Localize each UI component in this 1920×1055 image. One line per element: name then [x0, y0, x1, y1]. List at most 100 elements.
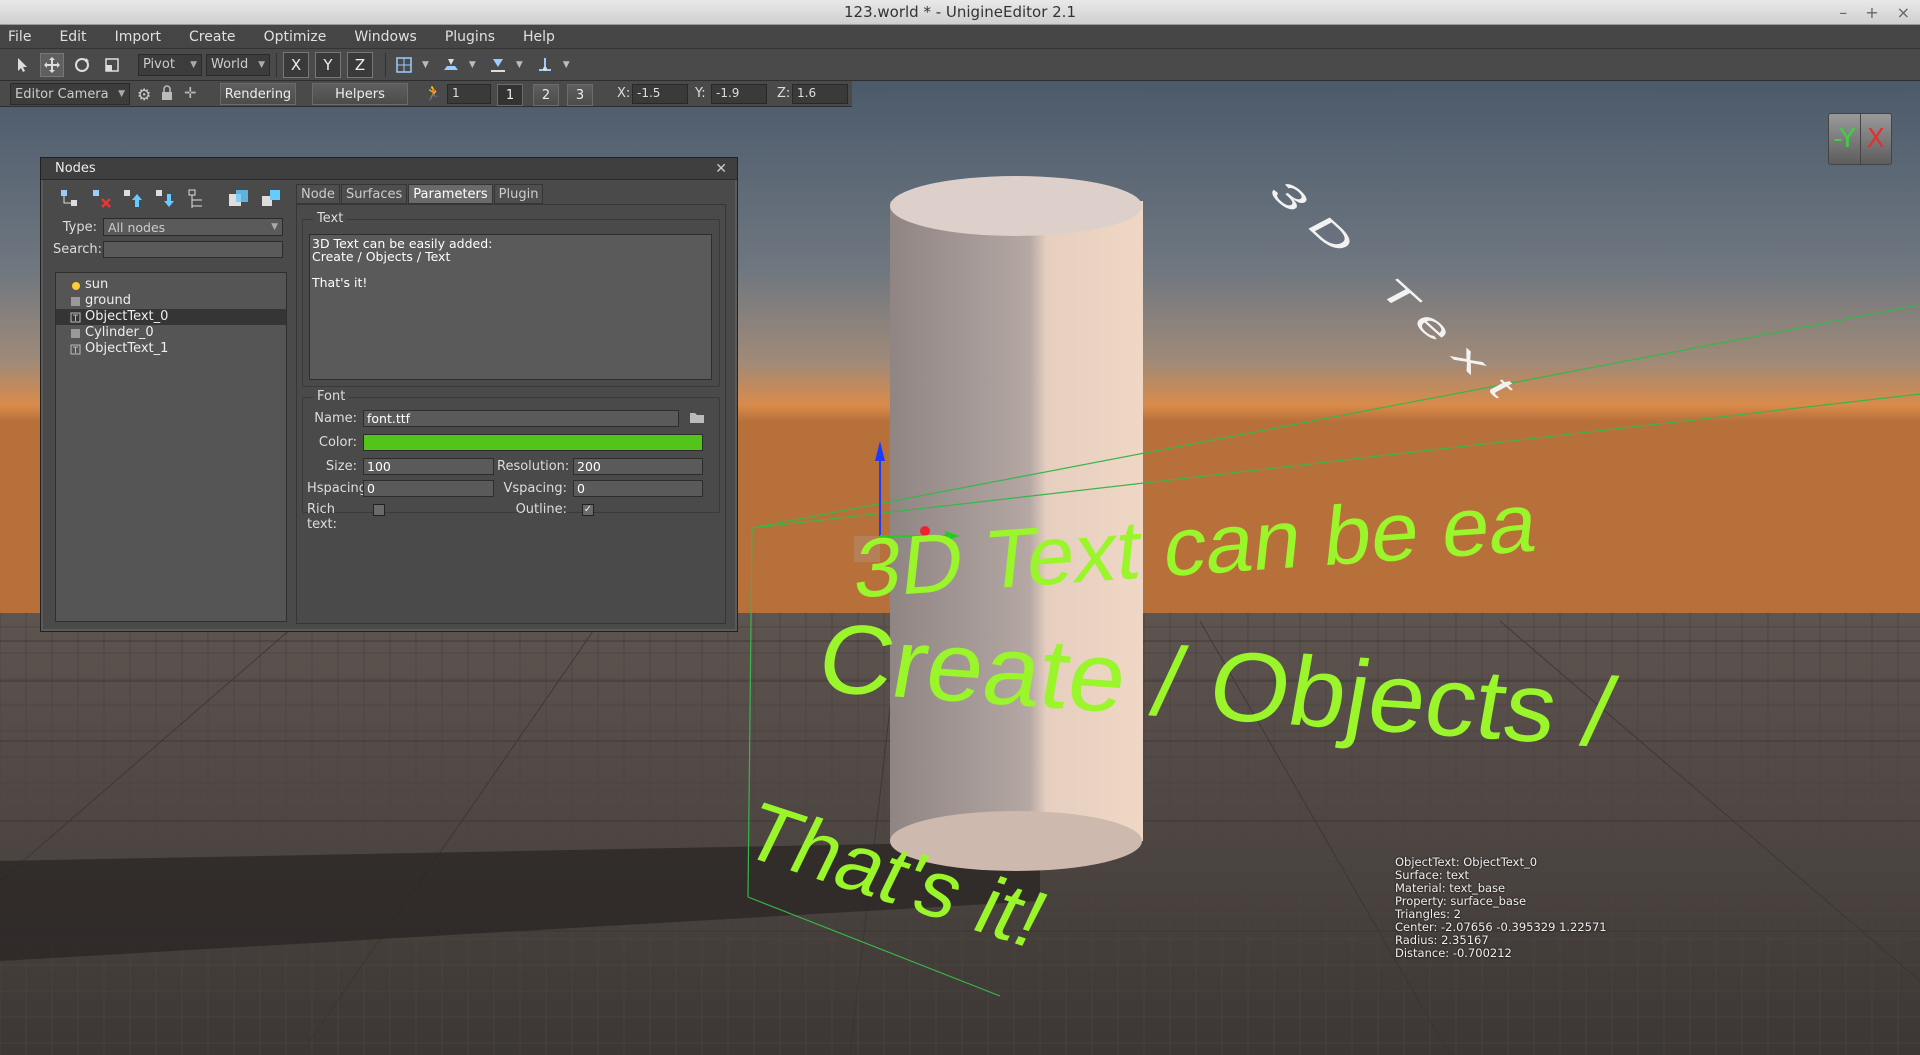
menu-bar: File Edit Import Create Optimize Windows…	[0, 25, 1920, 49]
menu-optimize[interactable]: Optimize	[264, 29, 327, 45]
speed-3-button[interactable]: 3	[567, 84, 593, 106]
menu-create[interactable]: Create	[189, 29, 236, 45]
node-tree[interactable]: sun ground ObjectText_0 Cylinder_0 Objec…	[55, 272, 287, 622]
nodes-panel: Nodes ✕ Type: All nodes ▼ Search: sun gr…	[40, 157, 738, 632]
hspacing-input[interactable]: 0	[363, 480, 494, 497]
main-toolbar: Pivot ▼ World ▼ X Y Z ▼ ▼ ▼ ▼	[0, 49, 1920, 81]
drop-to-ground-icon[interactable]	[486, 53, 510, 77]
menu-windows[interactable]: Windows	[354, 29, 417, 45]
toolbar-divider	[385, 52, 386, 77]
font-color-label: Color:	[318, 435, 357, 450]
select-arrow-icon[interactable]	[10, 53, 34, 77]
vspacing-input[interactable]: 0	[573, 480, 703, 497]
node-properties: Node Surfaces Parameters Plugin Text 3D …	[296, 184, 726, 624]
lock-icon[interactable]	[160, 85, 174, 104]
camera-select[interactable]: Editor Camera ▼	[10, 83, 130, 105]
text-object-icon	[70, 312, 82, 323]
type-select[interactable]: All nodes ▼	[103, 218, 283, 236]
move-node-up-icon[interactable]	[122, 187, 145, 211]
resolution-label: Resolution:	[497, 459, 570, 474]
speed-1-button[interactable]: 1	[497, 84, 523, 106]
pivot-value: Pivot	[143, 57, 175, 72]
add-node-icon[interactable]	[59, 187, 82, 211]
chevron-down-icon[interactable]: ▼	[422, 60, 429, 70]
gear-icon[interactable]: ⚙	[137, 85, 151, 104]
object-icon	[70, 328, 82, 339]
tree-item-label: ground	[85, 293, 131, 308]
nodes-panel-header: Nodes ✕	[41, 158, 737, 180]
axis-y-button[interactable]: Y	[315, 51, 341, 78]
close-window-button[interactable]: ×	[1897, 0, 1910, 25]
outline-label: Outline:	[515, 502, 567, 517]
info-line: Distance: -0.700212	[1395, 946, 1512, 960]
folder-icon[interactable]	[689, 410, 705, 427]
font-color-swatch[interactable]	[363, 434, 703, 451]
tab-node[interactable]: Node	[296, 184, 340, 204]
rich-text-checkbox[interactable]	[373, 504, 385, 516]
tab-plugin[interactable]: Plugin	[493, 184, 544, 204]
camera-speed-input[interactable]: 1	[447, 84, 491, 104]
menu-edit[interactable]: Edit	[59, 29, 86, 45]
resolution-input[interactable]: 200	[573, 458, 703, 475]
pivot-point-icon[interactable]	[533, 53, 557, 77]
menu-import[interactable]: Import	[115, 29, 161, 45]
menu-help[interactable]: Help	[523, 29, 555, 45]
search-input[interactable]	[103, 240, 283, 258]
snap-grid-icon[interactable]	[392, 53, 416, 77]
remove-node-icon[interactable]	[91, 187, 114, 211]
y-coord-input[interactable]: -1.9	[711, 84, 767, 104]
font-size-input[interactable]: 100	[363, 458, 494, 475]
tree-item-ground[interactable]: ground	[56, 293, 286, 309]
tree-item-label: sun	[85, 277, 109, 292]
chevron-down-icon[interactable]: ▼	[516, 60, 523, 70]
menu-file[interactable]: File	[8, 29, 31, 45]
move-tool-icon[interactable]	[40, 52, 64, 77]
axis-z-button[interactable]: Z	[347, 51, 373, 78]
close-icon[interactable]: ✕	[715, 158, 727, 180]
minimize-button[interactable]: –	[1839, 0, 1847, 25]
expand-tree-icon[interactable]	[185, 187, 208, 211]
tree-item-objecttext-0[interactable]: ObjectText_0	[56, 309, 286, 325]
tab-parameters[interactable]: Parameters	[408, 184, 493, 204]
node-toolbar	[53, 184, 293, 214]
clone-node-icon[interactable]	[227, 187, 251, 211]
view-orientation-gizmo[interactable]: -Y X	[1828, 113, 1892, 165]
gizmo-x-axis[interactable]: X	[1859, 114, 1892, 164]
snap-surface-icon[interactable]	[439, 53, 463, 77]
window-titlebar: 123.world * - UnigineEditor 2.1 – + ×	[0, 0, 1920, 25]
font-name-label: Name:	[314, 411, 357, 426]
z-coord-input[interactable]: 1.6	[792, 84, 848, 104]
pivot-select[interactable]: Pivot ▼	[138, 53, 202, 76]
world-select[interactable]: World ▼	[206, 53, 270, 76]
menu-plugins[interactable]: Plugins	[445, 29, 495, 45]
speed-2-button[interactable]: 2	[533, 84, 559, 106]
text-content-input[interactable]: 3D Text can be easily added: Create / Ob…	[309, 234, 712, 380]
rendering-button[interactable]: Rendering	[220, 83, 296, 105]
tree-item-objecttext-1[interactable]: ObjectText_1	[56, 341, 286, 357]
scale-tool-icon[interactable]	[100, 53, 124, 77]
tree-item-cylinder-0[interactable]: Cylinder_0	[56, 325, 286, 341]
move-node-down-icon[interactable]	[154, 187, 177, 211]
helpers-button[interactable]: Helpers	[312, 83, 408, 105]
maximize-button[interactable]: +	[1865, 0, 1878, 25]
rotate-tool-icon[interactable]	[70, 53, 94, 77]
tab-surfaces[interactable]: Surfaces	[340, 184, 408, 204]
sun-icon	[70, 280, 82, 291]
chevron-down-icon[interactable]: ▼	[563, 60, 570, 70]
x-coord-input[interactable]: -1.5	[632, 84, 688, 104]
outline-checkbox[interactable]: ✓	[582, 504, 594, 516]
type-label: Type:	[62, 219, 97, 235]
y-coord-label: Y:	[695, 86, 706, 101]
gizmo-y-axis[interactable]: -Y	[1829, 114, 1860, 164]
tree-item-sun[interactable]: sun	[56, 277, 286, 293]
z-coord-label: Z:	[777, 86, 791, 101]
crosshair-icon[interactable]: ✛	[184, 84, 197, 102]
chevron-down-icon: ▼	[258, 59, 265, 70]
axis-x-button[interactable]: X	[283, 51, 309, 78]
reference-node-icon[interactable]	[260, 187, 284, 211]
chevron-down-icon: ▼	[190, 59, 197, 70]
font-name-input[interactable]: font.ttf	[363, 410, 679, 427]
chevron-down-icon[interactable]: ▼	[469, 60, 476, 70]
selection-info-overlay: ObjectText: ObjectText_0 Surface: text M…	[1395, 856, 1607, 960]
chevron-down-icon: ▼	[118, 89, 125, 99]
